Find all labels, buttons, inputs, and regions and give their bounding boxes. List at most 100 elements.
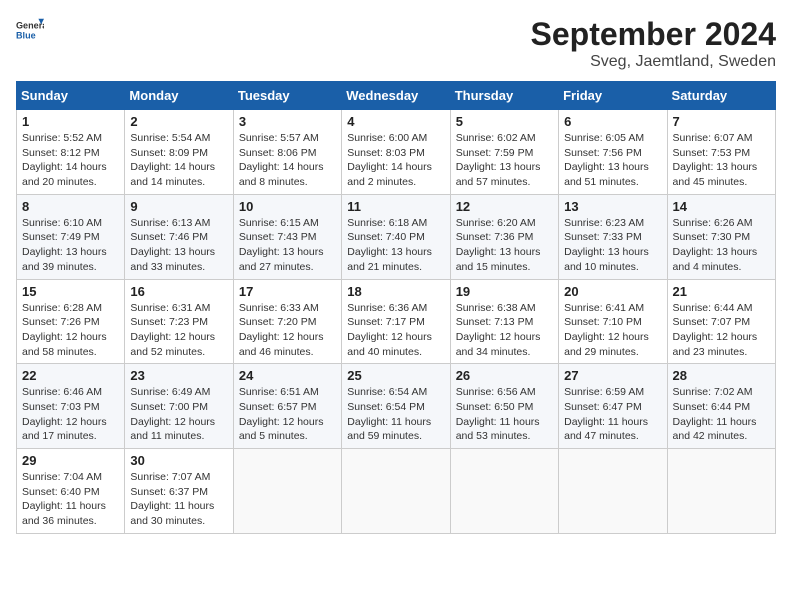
title-area: September 2024 Sveg, Jaemtland, Sweden <box>531 16 776 71</box>
calendar-cell: 10Sunrise: 6:15 AM Sunset: 7:43 PM Dayli… <box>233 194 341 279</box>
day-number: 10 <box>239 199 336 214</box>
day-number: 12 <box>456 199 553 214</box>
day-number: 2 <box>130 114 227 129</box>
day-number: 15 <box>22 284 119 299</box>
day-number: 14 <box>673 199 770 214</box>
day-info: Sunrise: 6:49 AM Sunset: 7:00 PM Dayligh… <box>130 385 227 444</box>
day-info: Sunrise: 6:23 AM Sunset: 7:33 PM Dayligh… <box>564 216 661 275</box>
day-number: 20 <box>564 284 661 299</box>
day-info: Sunrise: 6:51 AM Sunset: 6:57 PM Dayligh… <box>239 385 336 444</box>
calendar-cell: 2 Sunrise: 5:54 AM Sunset: 8:09 PM Daylig… <box>125 110 233 195</box>
day-number: 5 <box>456 114 553 129</box>
calendar-cell: 29 Sunrise: 7:04 AM Sunset: 6:40 PM Dayli… <box>17 449 125 534</box>
calendar-table: SundayMondayTuesdayWednesdayThursdayFrid… <box>16 81 776 534</box>
logo: General Blue <box>16 16 44 44</box>
day-number: 21 <box>673 284 770 299</box>
day-info: Sunrise: 5:57 AM Sunset: 8:06 PM Dayligh… <box>239 131 336 190</box>
day-info: Sunrise: 6:38 AM Sunset: 7:13 PM Dayligh… <box>456 301 553 360</box>
day-number: 13 <box>564 199 661 214</box>
day-number: 29 <box>22 453 119 468</box>
day-info: Sunrise: 6:36 AM Sunset: 7:17 PM Dayligh… <box>347 301 444 360</box>
day-info: Sunrise: 6:10 AM Sunset: 7:49 PM Dayligh… <box>22 216 119 275</box>
day-info: Sunrise: 6:54 AM Sunset: 6:54 PM Dayligh… <box>347 385 444 444</box>
day-number: 3 <box>239 114 336 129</box>
calendar-cell <box>342 449 450 534</box>
day-info: Sunrise: 6:26 AM Sunset: 7:30 PM Dayligh… <box>673 216 770 275</box>
calendar-cell: 4 Sunrise: 6:00 AM Sunset: 8:03 PM Daylig… <box>342 110 450 195</box>
day-number: 26 <box>456 368 553 383</box>
day-info: Sunrise: 7:07 AM Sunset: 6:37 PM Dayligh… <box>130 470 227 529</box>
calendar-cell: 17 Sunrise: 6:33 AM Sunset: 7:20 PM Dayli… <box>233 279 341 364</box>
calendar-cell: 26 Sunrise: 6:56 AM Sunset: 6:50 PM Dayli… <box>450 364 558 449</box>
day-number: 30 <box>130 453 227 468</box>
day-info: Sunrise: 6:41 AM Sunset: 7:10 PM Dayligh… <box>564 301 661 360</box>
day-info: Sunrise: 6:18 AM Sunset: 7:40 PM Dayligh… <box>347 216 444 275</box>
day-number: 17 <box>239 284 336 299</box>
day-info: Sunrise: 6:02 AM Sunset: 7:59 PM Dayligh… <box>456 131 553 190</box>
calendar-cell: 5 Sunrise: 6:02 AM Sunset: 7:59 PM Daylig… <box>450 110 558 195</box>
day-number: 23 <box>130 368 227 383</box>
calendar-cell: 24 Sunrise: 6:51 AM Sunset: 6:57 PM Dayli… <box>233 364 341 449</box>
day-info: Sunrise: 6:56 AM Sunset: 6:50 PM Dayligh… <box>456 385 553 444</box>
day-info: Sunrise: 5:52 AM Sunset: 8:12 PM Dayligh… <box>22 131 119 190</box>
day-info: Sunrise: 6:07 AM Sunset: 7:53 PM Dayligh… <box>673 131 770 190</box>
calendar-cell: 14 Sunrise: 6:26 AM Sunset: 7:30 PM Dayli… <box>667 194 775 279</box>
day-number: 4 <box>347 114 444 129</box>
calendar-cell <box>667 449 775 534</box>
day-info: Sunrise: 6:44 AM Sunset: 7:07 PM Dayligh… <box>673 301 770 360</box>
column-header-tuesday: Tuesday <box>233 82 341 110</box>
day-number: 9 <box>130 199 227 214</box>
calendar-cell: 13 Sunrise: 6:23 AM Sunset: 7:33 PM Dayli… <box>559 194 667 279</box>
svg-text:General: General <box>16 21 44 31</box>
day-info: Sunrise: 6:31 AM Sunset: 7:23 PM Dayligh… <box>130 301 227 360</box>
calendar-cell: 8 Sunrise: 6:10 AM Sunset: 7:49 PM Daylig… <box>17 194 125 279</box>
day-info: Sunrise: 7:04 AM Sunset: 6:40 PM Dayligh… <box>22 470 119 529</box>
day-number: 18 <box>347 284 444 299</box>
day-info: Sunrise: 6:33 AM Sunset: 7:20 PM Dayligh… <box>239 301 336 360</box>
day-info: Sunrise: 6:59 AM Sunset: 6:47 PM Dayligh… <box>564 385 661 444</box>
calendar-header-row: SundayMondayTuesdayWednesdayThursdayFrid… <box>17 82 776 110</box>
calendar-cell <box>233 449 341 534</box>
day-number: 8 <box>22 199 119 214</box>
day-number: 22 <box>22 368 119 383</box>
calendar-cell: 6Sunrise: 6:05 AM Sunset: 7:56 PM Daylig… <box>559 110 667 195</box>
calendar-cell <box>450 449 558 534</box>
day-number: 11 <box>347 199 444 214</box>
calendar-cell: 19Sunrise: 6:38 AM Sunset: 7:13 PM Dayli… <box>450 279 558 364</box>
calendar-cell: 12 Sunrise: 6:20 AM Sunset: 7:36 PM Dayli… <box>450 194 558 279</box>
day-info: Sunrise: 6:13 AM Sunset: 7:46 PM Dayligh… <box>130 216 227 275</box>
calendar-week-row: 8 Sunrise: 6:10 AM Sunset: 7:49 PM Daylig… <box>17 194 776 279</box>
calendar-cell: 18 Sunrise: 6:36 AM Sunset: 7:17 PM Dayli… <box>342 279 450 364</box>
day-number: 28 <box>673 368 770 383</box>
calendar-cell: 20 Sunrise: 6:41 AM Sunset: 7:10 PM Dayli… <box>559 279 667 364</box>
calendar-cell: 27Sunrise: 6:59 AM Sunset: 6:47 PM Dayli… <box>559 364 667 449</box>
column-header-friday: Friday <box>559 82 667 110</box>
calendar-cell: 1Sunrise: 5:52 AM Sunset: 8:12 PM Daylig… <box>17 110 125 195</box>
svg-text:Blue: Blue <box>16 30 36 40</box>
calendar-week-row: 15 Sunrise: 6:28 AM Sunset: 7:26 PM Dayli… <box>17 279 776 364</box>
column-header-sunday: Sunday <box>17 82 125 110</box>
day-number: 7 <box>673 114 770 129</box>
calendar-week-row: 29 Sunrise: 7:04 AM Sunset: 6:40 PM Dayli… <box>17 449 776 534</box>
column-header-wednesday: Wednesday <box>342 82 450 110</box>
calendar-cell: 11 Sunrise: 6:18 AM Sunset: 7:40 PM Dayli… <box>342 194 450 279</box>
day-info: Sunrise: 6:20 AM Sunset: 7:36 PM Dayligh… <box>456 216 553 275</box>
generalblue-logo-icon: General Blue <box>16 16 44 44</box>
calendar-cell: 16 Sunrise: 6:31 AM Sunset: 7:23 PM Dayli… <box>125 279 233 364</box>
column-header-monday: Monday <box>125 82 233 110</box>
calendar-cell: 9 Sunrise: 6:13 AM Sunset: 7:46 PM Daylig… <box>125 194 233 279</box>
location-title: Sveg, Jaemtland, Sweden <box>531 53 776 71</box>
day-number: 25 <box>347 368 444 383</box>
day-info: Sunrise: 7:02 AM Sunset: 6:44 PM Dayligh… <box>673 385 770 444</box>
day-number: 16 <box>130 284 227 299</box>
column-header-thursday: Thursday <box>450 82 558 110</box>
day-info: Sunrise: 5:54 AM Sunset: 8:09 PM Dayligh… <box>130 131 227 190</box>
day-info: Sunrise: 6:00 AM Sunset: 8:03 PM Dayligh… <box>347 131 444 190</box>
calendar-cell: 15 Sunrise: 6:28 AM Sunset: 7:26 PM Dayli… <box>17 279 125 364</box>
day-number: 24 <box>239 368 336 383</box>
calendar-cell: 23 Sunrise: 6:49 AM Sunset: 7:00 PM Dayli… <box>125 364 233 449</box>
header: General Blue September 2024 Sveg, Jaemtl… <box>16 16 776 71</box>
calendar-week-row: 1Sunrise: 5:52 AM Sunset: 8:12 PM Daylig… <box>17 110 776 195</box>
day-info: Sunrise: 6:28 AM Sunset: 7:26 PM Dayligh… <box>22 301 119 360</box>
calendar-cell: 28 Sunrise: 7:02 AM Sunset: 6:44 PM Dayli… <box>667 364 775 449</box>
